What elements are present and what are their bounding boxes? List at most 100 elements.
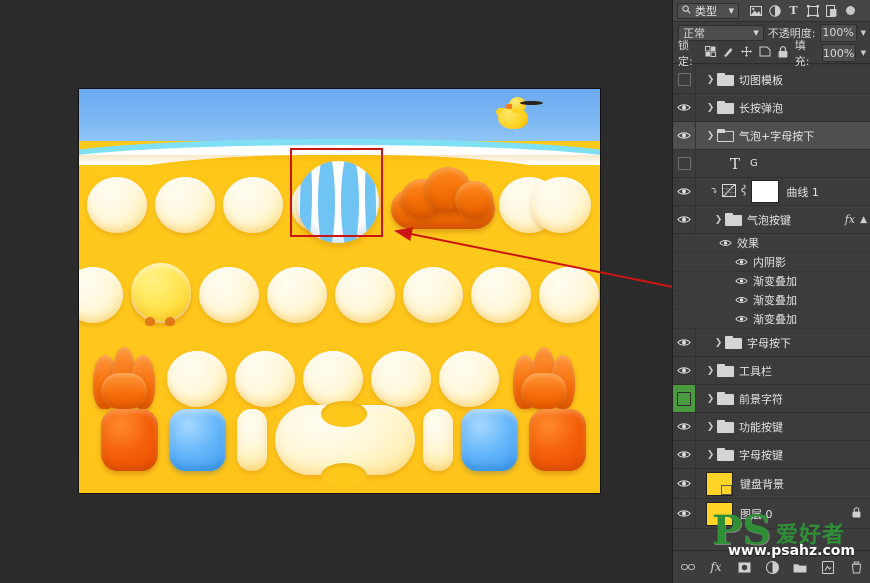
type-filter-icon[interactable]: T (787, 4, 800, 17)
chevron-right-icon[interactable]: ❯ (712, 338, 725, 348)
image-filter-icon[interactable] (749, 4, 762, 17)
key-circle[interactable] (155, 177, 215, 233)
chevron-right-icon[interactable]: ❯ (712, 215, 725, 225)
layer-style-fx-icon[interactable]: fx (709, 560, 723, 574)
tulip-key-left[interactable] (93, 347, 155, 409)
effects-header-row[interactable]: 效果 (673, 234, 870, 253)
key-circle[interactable] (303, 351, 363, 407)
key-circle[interactable] (235, 351, 295, 407)
key-circle[interactable] (539, 267, 599, 323)
key-function-blue-left[interactable] (169, 409, 226, 471)
visibility-toggle[interactable] (673, 66, 696, 93)
layer-mask-icon[interactable] (737, 560, 751, 574)
chevron-right-icon[interactable]: ❯ (704, 450, 717, 460)
key-circle[interactable] (335, 267, 395, 323)
chevron-up-icon[interactable]: ▲ (860, 215, 867, 225)
lock-transparent-icon[interactable] (704, 46, 716, 60)
fill-value-input[interactable]: 100% (821, 44, 856, 62)
adjustment-filter-icon[interactable] (768, 4, 781, 17)
lock-artboard-icon[interactable] (759, 46, 771, 60)
key-circle[interactable] (199, 267, 259, 323)
filter-type-select[interactable]: 类型 ▼ (677, 2, 739, 19)
effect-row-gradient-overlay-3[interactable]: 渐变叠加 (673, 310, 870, 329)
effect-visibility-toggle[interactable] (735, 253, 748, 271)
key-circle[interactable] (531, 177, 591, 233)
layer-list[interactable]: ❯ 切图模板 ❯ 长按弹泡 ❯ 气泡+字母按下 T G ⤵ 曲线 1 ❯ 气泡按… (673, 66, 870, 551)
chevron-right-icon[interactable]: ❯ (704, 75, 717, 85)
chevron-down-icon[interactable]: ▼ (861, 49, 866, 57)
beach-ball-key[interactable] (297, 161, 379, 243)
visibility-toggle[interactable] (673, 329, 696, 356)
shape-filter-icon[interactable] (806, 4, 819, 17)
effect-row-gradient-overlay-1[interactable]: 渐变叠加 (673, 272, 870, 291)
filter-toggle-switch[interactable] (846, 6, 855, 15)
effect-visibility-toggle[interactable] (735, 310, 748, 328)
chevron-right-icon[interactable]: ❯ (704, 103, 717, 113)
layer-row-zimu-anjian[interactable]: ❯ 字母按键 (673, 441, 870, 469)
layer-row-qipao-zimu-anxia[interactable]: ❯ 气泡+字母按下 (673, 122, 870, 150)
key-circle[interactable] (403, 267, 463, 323)
visibility-toggle[interactable] (673, 385, 696, 412)
chevron-down-icon[interactable]: ❯ (704, 131, 717, 141)
chick-key[interactable] (131, 263, 191, 326)
chevron-right-icon[interactable]: ❯ (704, 366, 717, 376)
key-circle[interactable] (223, 177, 283, 233)
visibility-toggle[interactable] (673, 441, 696, 468)
visibility-toggle[interactable] (673, 357, 696, 384)
key-function-orange-right[interactable] (529, 409, 586, 471)
effect-row-gradient-overlay-2[interactable]: 渐变叠加 (673, 291, 870, 310)
key-narrow-left[interactable] (237, 409, 267, 471)
smartobject-filter-icon[interactable] (825, 4, 838, 17)
adjustment-layer-icon[interactable] (765, 560, 779, 574)
layer-mask-thumbnail[interactable] (751, 180, 780, 203)
lock-image-icon[interactable] (723, 46, 734, 60)
layer-thumbnail[interactable] (706, 501, 733, 526)
visibility-toggle[interactable] (673, 469, 696, 498)
visibility-toggle[interactable] (673, 122, 696, 149)
layer-row-jianpan-beijing[interactable]: 键盘背景 (673, 469, 870, 499)
visibility-toggle[interactable] (673, 499, 696, 528)
effect-visibility-toggle[interactable] (735, 272, 748, 290)
lock-all-icon[interactable] (778, 45, 788, 61)
layer-fx-badge[interactable]: fx (845, 213, 855, 226)
effects-visibility-toggle[interactable] (719, 234, 732, 252)
layer-row-qipao-anjian[interactable]: ❯ 气泡按键 fx ▲ (673, 206, 870, 234)
layer-row-gongneng-anjian[interactable]: ❯ 功能按键 (673, 413, 870, 441)
layer-row-qietumoban[interactable]: ❯ 切图模板 (673, 66, 870, 94)
link-layers-icon[interactable] (681, 560, 695, 574)
key-circle[interactable] (267, 267, 327, 323)
cloud-key[interactable] (391, 167, 495, 229)
tulip-key-right[interactable] (513, 347, 575, 409)
layer-row-tuceng-0[interactable]: 图层 0 (673, 499, 870, 529)
effect-row-inner-shadow[interactable]: 内阴影 (673, 253, 870, 272)
lock-position-icon[interactable] (740, 46, 752, 60)
layer-row-zimu-anxia[interactable]: ❯ 字母按下 (673, 329, 870, 357)
key-circle[interactable] (167, 351, 227, 407)
visibility-toggle[interactable] (673, 94, 696, 121)
layer-row-gongjulan[interactable]: ❯ 工具栏 (673, 357, 870, 385)
key-circle[interactable] (471, 267, 531, 323)
new-layer-icon[interactable] (821, 560, 835, 574)
visibility-toggle[interactable] (673, 178, 696, 205)
key-circle[interactable] (371, 351, 431, 407)
opacity-value-input[interactable]: 100% (819, 23, 857, 42)
layer-row-curves-1[interactable]: ⤵ 曲线 1 (673, 178, 870, 206)
chevron-down-icon[interactable]: ▼ (861, 29, 866, 37)
layer-thumbnail[interactable] (706, 471, 733, 496)
artboard-canvas[interactable] (79, 89, 600, 493)
chevron-right-icon[interactable]: ❯ (704, 422, 717, 432)
visibility-toggle[interactable] (673, 206, 696, 233)
chevron-right-icon[interactable]: ❯ (704, 394, 717, 404)
key-function-blue-right[interactable] (461, 409, 518, 471)
delete-layer-icon[interactable] (849, 560, 863, 574)
layer-row-text-g[interactable]: T G (673, 150, 870, 178)
key-circle[interactable] (87, 177, 147, 233)
key-function-orange-left[interactable] (101, 409, 158, 471)
link-mask-icon[interactable] (740, 184, 747, 199)
visibility-toggle[interactable] (673, 150, 696, 177)
layer-row-changantanpao[interactable]: ❯ 长按弹泡 (673, 94, 870, 122)
effect-visibility-toggle[interactable] (735, 291, 748, 309)
layer-row-qianjing-zifu[interactable]: ❯ 前景字符 (673, 385, 870, 413)
new-group-icon[interactable] (793, 560, 807, 574)
visibility-toggle[interactable] (673, 413, 696, 440)
